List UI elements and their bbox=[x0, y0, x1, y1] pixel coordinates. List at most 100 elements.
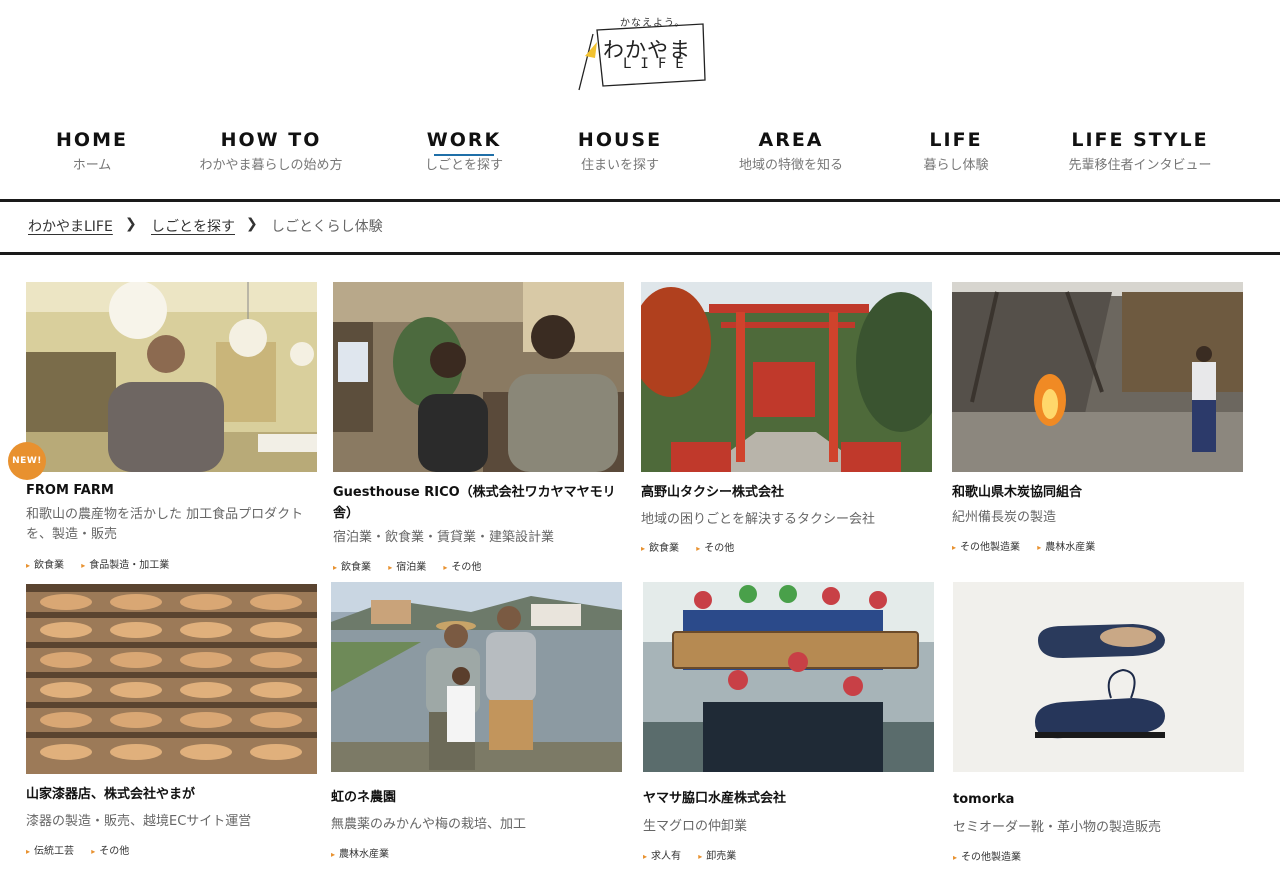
company-card[interactable]: 虹のネ農園 無農薬のみかんや梅の栽培、加工 ▸ 農林水産業 bbox=[331, 582, 622, 867]
tag-label: その他 bbox=[99, 846, 130, 857]
tag[interactable]: ▸ 農林水産業 bbox=[331, 845, 389, 860]
tag-label: その他製造業 bbox=[961, 852, 1022, 863]
card-description: 漆器の製造・販売、越境ECサイト運営 bbox=[26, 814, 252, 829]
card-title[interactable]: Guesthouse RICO（株式会社ワカヤマヤモリ舎） bbox=[333, 482, 624, 524]
card-title[interactable]: 和歌山県木炭協同組合 bbox=[952, 482, 1243, 503]
card-title[interactable]: 虹のネ農園 bbox=[331, 787, 622, 808]
company-card[interactable]: 山家漆器店、株式会社やまが 漆器の製造・販売、越境ECサイト運営 ▸ 伝統工芸 ▸… bbox=[26, 584, 317, 869]
tag[interactable]: ▸ その他製造業 bbox=[953, 848, 1021, 863]
card-title[interactable]: tomorka bbox=[953, 789, 1244, 810]
card-title[interactable]: FROM FARM bbox=[26, 480, 317, 501]
tag[interactable]: ▸ 求人有 bbox=[643, 847, 681, 862]
caret-right-icon: ▸ bbox=[331, 850, 336, 859]
leather-shoes-photo-image bbox=[953, 582, 1244, 772]
active-indicator bbox=[434, 154, 494, 156]
tag[interactable]: ▸ その他 bbox=[91, 842, 129, 857]
nav-label-en: HOME bbox=[56, 129, 128, 151]
guesthouse-photo-image bbox=[333, 282, 624, 472]
tag[interactable]: ▸ 飲食業 bbox=[641, 539, 679, 554]
card-description: 和歌山の農産物を活かした 加工食品プロダクトを、製造・販売 bbox=[26, 507, 304, 542]
tag[interactable]: ▸ その他製造業 bbox=[952, 538, 1020, 553]
card-title[interactable]: 高野山タクシー株式会社 bbox=[641, 482, 932, 503]
tag-label: その他製造業 bbox=[960, 542, 1021, 553]
card-image[interactable] bbox=[952, 282, 1243, 472]
nav-label-en: HOUSE bbox=[577, 129, 663, 151]
card-description: 地域の困りごとを解決するタクシー会社 bbox=[641, 512, 876, 527]
caret-right-icon: ▸ bbox=[1037, 543, 1042, 552]
caret-right-icon: ▸ bbox=[698, 852, 703, 861]
site-logo[interactable]: かなえよう。 わかやま LIFE bbox=[575, 12, 710, 92]
nav-label-en: LIFE STYLE bbox=[1071, 129, 1209, 151]
caret-right-icon: ▸ bbox=[81, 561, 86, 570]
card-description: 生マグロの仲卸業 bbox=[643, 819, 748, 834]
caret-right-icon: ▸ bbox=[641, 544, 646, 553]
card-description: 宿泊業・飲食業・賃貸業・建築設計業 bbox=[333, 530, 555, 545]
nav-label-en: WORK bbox=[426, 129, 502, 151]
caret-right-icon: ▸ bbox=[26, 561, 31, 570]
fishery-team-photo-image bbox=[643, 582, 934, 772]
card-title[interactable]: 山家漆器店、株式会社やまが bbox=[26, 784, 317, 805]
company-card[interactable]: tomorka セミオーダー靴・革小物の製造販売 ▸ その他製造業 bbox=[953, 582, 1244, 867]
card-image[interactable] bbox=[333, 282, 624, 472]
logo-tagline: かなえよう。 bbox=[620, 18, 686, 29]
caret-right-icon: ▸ bbox=[696, 544, 701, 553]
card-image[interactable] bbox=[26, 584, 317, 774]
caret-right-icon: ▸ bbox=[333, 563, 338, 572]
tag[interactable]: ▸ 宿泊業 bbox=[388, 558, 426, 573]
nav-label-jp: ホーム bbox=[72, 158, 112, 173]
card-tags: ▸ 飲食業 ▸ その他 bbox=[641, 539, 748, 554]
tag[interactable]: ▸ 飲食業 bbox=[26, 556, 64, 571]
card-image[interactable] bbox=[953, 582, 1244, 772]
breadcrumb-current: しごとくらし体験 bbox=[271, 219, 383, 235]
card-title[interactable]: ヤマサ脇口水産株式会社 bbox=[643, 788, 934, 809]
card-tags: ▸ 飲食業 ▸ 食品製造・加工業 bbox=[26, 556, 183, 571]
nav-item-life-style[interactable]: LIFE STYLE 先輩移住者インタビュー bbox=[1055, 128, 1225, 174]
nav-label-en: AREA bbox=[758, 129, 824, 151]
caret-right-icon: ▸ bbox=[443, 563, 448, 572]
nav-item-life[interactable]: LIFE 暮らし体験 bbox=[906, 128, 1006, 174]
card-tags: ▸ その他製造業 ▸ 農林水産業 bbox=[952, 538, 1109, 553]
tag[interactable]: ▸ 卸売業 bbox=[698, 847, 736, 862]
breadcrumb-home-link[interactable]: わかやまLIFE bbox=[28, 216, 113, 236]
company-card[interactable]: 高野山タクシー株式会社 地域の困りごとを解決するタクシー会社 ▸ 飲食業 ▸ その他 bbox=[641, 282, 932, 572]
nav-item-how-to[interactable]: HOW TO わかやま暮らしの始め方 bbox=[191, 128, 351, 174]
tag-label: 農林水産業 bbox=[339, 849, 390, 860]
nav-label-jp: しごとを探す bbox=[424, 158, 503, 173]
company-card[interactable]: 和歌山県木炭協同組合 紀州備長炭の製造 ▸ その他製造業 ▸ 農林水産業 bbox=[952, 282, 1243, 572]
nav-item-work[interactable]: WORK しごとを探す bbox=[414, 128, 514, 174]
nav-item-house[interactable]: HOUSE 住まいを探す bbox=[570, 128, 670, 174]
nav-label-en: HOW TO bbox=[220, 129, 322, 151]
tag[interactable]: ▸ その他 bbox=[696, 539, 734, 554]
lacquerware-shelves-photo-image bbox=[26, 584, 317, 774]
card-image[interactable] bbox=[331, 582, 622, 772]
new-badge: NEW! bbox=[8, 442, 46, 480]
tag[interactable]: ▸ その他 bbox=[443, 558, 481, 573]
tag[interactable]: ▸ 飲食業 bbox=[333, 558, 371, 573]
card-description: セミオーダー靴・革小物の製造販売 bbox=[953, 820, 1162, 835]
nav-label-jp: わかやま暮らしの始め方 bbox=[199, 158, 343, 173]
tag[interactable]: ▸ 伝統工芸 bbox=[26, 842, 74, 857]
card-tags: ▸ その他製造業 bbox=[953, 848, 1035, 863]
company-card[interactable]: ヤマサ脇口水産株式会社 生マグロの仲卸業 ▸ 求人有 ▸ 卸売業 bbox=[643, 582, 934, 867]
tag[interactable]: ▸ 食品製造・加工業 bbox=[81, 556, 169, 571]
tag[interactable]: ▸ 農林水産業 bbox=[1037, 538, 1095, 553]
tag-label: その他 bbox=[704, 543, 735, 554]
card-tags: ▸ 農林水産業 bbox=[331, 845, 403, 860]
card-image[interactable] bbox=[641, 282, 932, 472]
nav-item-home[interactable]: HOME ホーム bbox=[42, 128, 142, 174]
nav-label-jp: 住まいを探す bbox=[580, 158, 659, 173]
company-card[interactable]: Guesthouse RICO（株式会社ワカヤマヤモリ舎） 宿泊業・飲食業・賃貸… bbox=[333, 282, 624, 573]
farm-family-photo-image bbox=[331, 582, 622, 772]
nav-label-jp: 地域の特徴を知る bbox=[738, 158, 843, 173]
breadcrumb-parent-link[interactable]: しごとを探す bbox=[151, 216, 235, 236]
company-card[interactable]: NEW! FROM FARM 和歌山の農産物を活かした 加工食品プロダクトを、製… bbox=[8, 282, 317, 572]
breadcrumb: わかやまLIFE ❯ しごとを探す ❯ しごとくらし体験 bbox=[0, 199, 1280, 255]
tag-label: 求人有 bbox=[651, 851, 682, 862]
caret-right-icon: ▸ bbox=[91, 847, 96, 856]
tag-label: 食品製造・加工業 bbox=[89, 560, 170, 571]
card-image[interactable] bbox=[643, 582, 934, 772]
card-image[interactable] bbox=[26, 282, 317, 472]
card-description: 紀州備長炭の製造 bbox=[952, 510, 1057, 525]
nav-item-area[interactable]: AREA 地域の特徴を知る bbox=[731, 128, 851, 174]
nav-label-en: LIFE bbox=[929, 129, 983, 151]
